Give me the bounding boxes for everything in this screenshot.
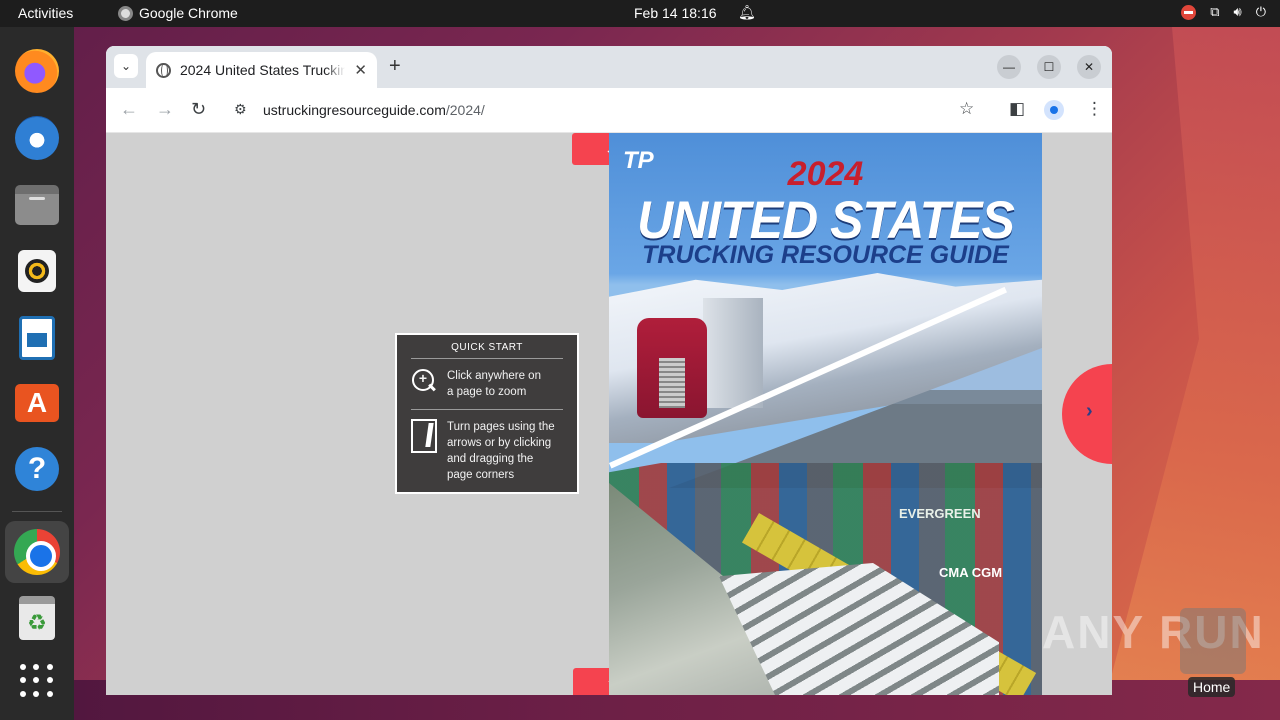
rhythmbox-icon: [18, 250, 56, 292]
bell-icon[interactable]: 🔔︎: [738, 4, 756, 21]
dock-chrome[interactable]: [5, 521, 69, 583]
zoom-hint: Click anywhere on a page to zoom: [411, 368, 541, 400]
globe-icon: [156, 62, 171, 78]
browser-toolbar: ← → ↻ ⚙ ustruckingresourceguide.com/2024…: [106, 88, 1112, 133]
turn-hint: Turn pages using the arrows or by clicki…: [411, 419, 555, 483]
dock-rhythmbox[interactable]: [13, 247, 61, 295]
turn-hint-line: and dragging the: [447, 453, 534, 465]
container-label: EVERGREEN: [899, 506, 981, 521]
tab-bar: ⌄ 2024 United States Trucking Resource G…: [106, 46, 1112, 88]
dock-writer[interactable]: [13, 314, 61, 362]
new-tab-button[interactable]: +: [389, 55, 401, 78]
dock-separator: [12, 511, 62, 512]
app-menu[interactable]: Google Chrome: [118, 5, 238, 21]
maximize-icon: ☐: [1043, 60, 1055, 74]
cover-subhead: TRUCKING RESOURCE GUIDE: [642, 241, 1009, 269]
zoom-hint-line: a page to zoom: [447, 386, 527, 398]
next-page-button[interactable]: ›: [1062, 364, 1112, 464]
turn-hint-line: Turn pages using the: [447, 421, 555, 433]
dock-thunderbird[interactable]: [13, 114, 61, 162]
dock-app-center[interactable]: A: [13, 379, 61, 427]
reload-button[interactable]: ↻: [191, 99, 206, 120]
network-icon: ⧉: [1210, 4, 1220, 19]
menu-icon[interactable]: ⋮: [1086, 99, 1103, 119]
writer-icon: [19, 316, 55, 360]
chrome-icon: [14, 529, 60, 575]
dock-firefox[interactable]: [13, 47, 61, 95]
volume-icon: 🔊︎: [1233, 4, 1242, 19]
minimize-button[interactable]: —: [997, 55, 1021, 79]
thunderbird-icon: [15, 116, 59, 160]
address-bar[interactable]: ustruckingresourceguide.com/2024/: [263, 102, 485, 118]
dock-files[interactable]: [13, 181, 61, 229]
site-info-icon[interactable]: ⚙: [234, 101, 247, 118]
cover-year: 2024: [787, 155, 864, 193]
tab-search-button[interactable]: ⌄: [114, 54, 138, 78]
home-icon[interactable]: [1180, 608, 1246, 674]
do-not-disturb-icon: [1181, 4, 1197, 20]
chevron-right-icon: ›: [1086, 400, 1093, 422]
minimize-icon: —: [1003, 60, 1015, 74]
app-name: Google Chrome: [139, 5, 238, 21]
clock[interactable]: Feb 14 18:16: [634, 5, 717, 21]
url-host: ustruckingresourceguide.com: [263, 102, 446, 118]
divider: [411, 409, 563, 410]
dock: A ? ♻: [0, 27, 74, 720]
close-icon: ✕: [1083, 60, 1095, 74]
chrome-icon: [118, 5, 133, 21]
dock-help[interactable]: ?: [13, 445, 61, 493]
url-path: /2024/: [445, 102, 485, 118]
help-icon: ?: [15, 447, 59, 491]
close-window-button[interactable]: ✕: [1077, 55, 1101, 79]
files-icon: [15, 185, 59, 225]
back-button[interactable]: ←: [120, 99, 138, 120]
dock-trash[interactable]: ♻: [13, 594, 61, 642]
system-tray[interactable]: ⧉ 🔊︎ ⏻: [1181, 4, 1266, 20]
tooltip: Home: [1188, 677, 1236, 697]
page-content[interactable]: ⌄ ⌃ QUICK START Click anywhere on a page…: [106, 133, 1112, 695]
chevron-down-icon: ⌄: [120, 59, 132, 73]
side-panel-icon[interactable]: ◧: [1009, 99, 1025, 119]
grid-icon: [20, 664, 54, 698]
zoom-hint-line: Click anywhere on: [447, 370, 541, 382]
trash-icon: ♻: [19, 596, 55, 640]
close-tab-icon[interactable]: ✕: [354, 61, 367, 79]
browser-window: ⌄ 2024 United States Trucking Resource G…: [106, 46, 1112, 695]
forward-button[interactable]: →: [156, 99, 174, 120]
maximize-button[interactable]: ☐: [1037, 55, 1061, 79]
bookmark-star-icon[interactable]: ☆: [959, 99, 974, 119]
turn-hint-line: arrows or by clicking: [447, 437, 552, 449]
profile-icon[interactable]: [1044, 100, 1064, 120]
quick-start-title: QUICK START: [451, 342, 523, 353]
page-turn-icon: [411, 419, 437, 453]
firefox-icon: [15, 49, 59, 93]
turn-hint-line: page corners: [447, 469, 515, 481]
tab-title: 2024 United States Trucking Resource Gui…: [179, 62, 346, 78]
container-label: CMA CGM: [939, 565, 1003, 580]
magazine-cover[interactable]: EVERGREEN CMA CGM TP 2024 UNITED STATES …: [609, 133, 1042, 695]
power-icon: ⏻: [1255, 4, 1266, 19]
quick-start-panel: QUICK START Click anywhere on a page to …: [395, 333, 579, 494]
app-center-icon: A: [15, 384, 59, 422]
tab-active[interactable]: 2024 United States Trucking Resource Gui…: [146, 52, 377, 88]
divider: [411, 358, 563, 359]
top-bar: Activities Google Chrome Feb 14 18:16 🔔︎…: [0, 0, 1280, 27]
zoom-icon: [411, 368, 437, 394]
activities-button[interactable]: Activities: [18, 5, 73, 21]
show-apps-button[interactable]: [13, 657, 61, 705]
